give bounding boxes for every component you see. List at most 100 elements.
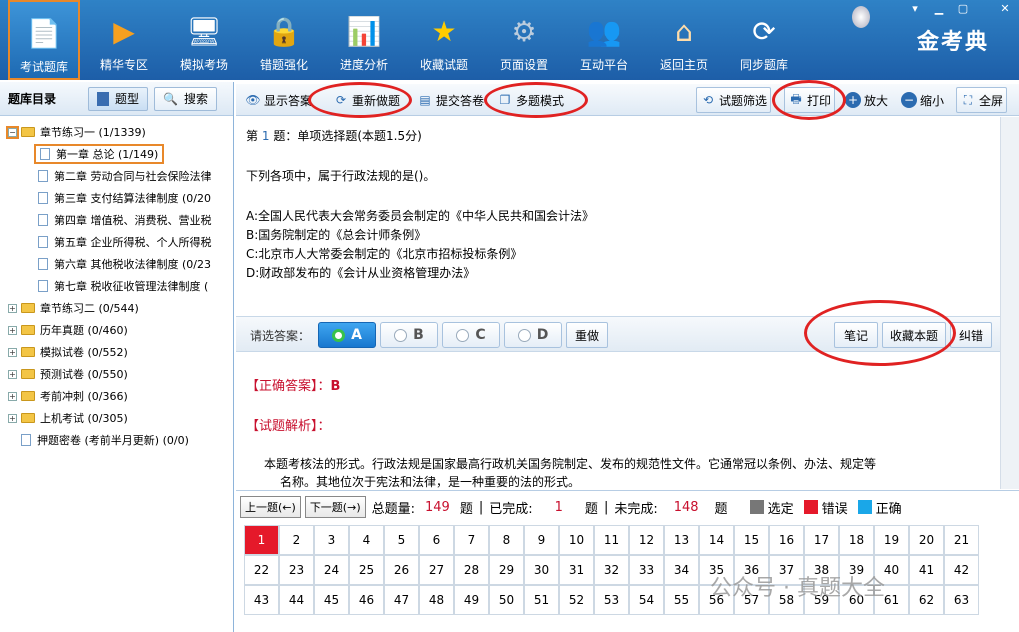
question-cell[interactable]: 31: [559, 555, 594, 585]
tree-chapter[interactable]: 第七章 税收征收管理法律制度 (: [38, 276, 208, 296]
tree-folder[interactable]: + 考前冲刺 (0/366): [8, 386, 128, 406]
question-cell[interactable]: 10: [559, 525, 594, 555]
question-cell[interactable]: 1: [244, 525, 279, 555]
zoom-in-button[interactable]: + 放大: [842, 87, 891, 113]
tree-chapter[interactable]: 第四章 增值税、消费税、营业税: [38, 210, 212, 230]
filter-questions-button[interactable]: ⟲ 试题筛选: [696, 87, 772, 113]
expand-icon[interactable]: +: [8, 347, 17, 357]
nav-essentials[interactable]: ▶ 精华专区: [88, 0, 160, 80]
question-scrollbar[interactable]: [1000, 117, 1019, 489]
question-cell[interactable]: 30: [524, 555, 559, 585]
report-error-button[interactable]: 纠错: [950, 322, 992, 348]
question-cell[interactable]: 54: [629, 585, 664, 615]
question-cell[interactable]: 28: [454, 555, 489, 585]
question-cell[interactable]: 50: [489, 585, 524, 615]
favorite-button[interactable]: 收藏本题: [882, 322, 946, 348]
collapse-icon[interactable]: −: [6, 125, 19, 139]
expand-icon[interactable]: +: [8, 369, 17, 379]
question-cell[interactable]: 41: [909, 555, 944, 585]
tree-chapter[interactable]: 第五章 企业所得税、个人所得税: [38, 232, 212, 252]
fullscreen-button[interactable]: ⛶ 全屏: [956, 87, 1008, 113]
answer-b-button[interactable]: B: [380, 322, 438, 348]
search-button[interactable]: 🔍 搜索: [154, 86, 217, 111]
tree-folder[interactable]: + 章节练习二 (0/544): [8, 298, 139, 318]
question-cell[interactable]: 49: [454, 585, 489, 615]
question-cell[interactable]: 5: [384, 525, 419, 555]
question-cell[interactable]: 45: [314, 585, 349, 615]
question-cell[interactable]: 20: [909, 525, 944, 555]
question-cell[interactable]: 34: [664, 555, 699, 585]
question-cell[interactable]: 7: [454, 525, 489, 555]
nav-page-settings[interactable]: ⚙ 页面设置: [488, 0, 560, 80]
menu-icon[interactable]: ▾: [906, 2, 924, 16]
question-cell[interactable]: 22: [244, 555, 279, 585]
tree-folder[interactable]: − 章节练习一 (1/1339): [6, 122, 146, 142]
expand-icon[interactable]: +: [8, 413, 17, 423]
nav-sync-bank[interactable]: ⟳ 同步题库: [728, 0, 800, 80]
nav-wrong-questions[interactable]: 🔒 错题强化: [248, 0, 320, 80]
question-cell[interactable]: 9: [524, 525, 559, 555]
expand-icon[interactable]: +: [8, 303, 17, 313]
nav-mock-exam[interactable]: 🖥 模拟考场: [168, 0, 240, 80]
question-cell[interactable]: 13: [664, 525, 699, 555]
zoom-out-button[interactable]: − 缩小: [898, 87, 947, 113]
close-icon[interactable]: ✕: [996, 2, 1014, 16]
question-cell[interactable]: 3: [314, 525, 349, 555]
tree-folder[interactable]: + 模拟试卷 (0/552): [8, 342, 128, 362]
question-cell[interactable]: 18: [839, 525, 874, 555]
question-cell[interactable]: 4: [349, 525, 384, 555]
multi-question-mode-button[interactable]: ❐ 多题模式: [494, 87, 567, 113]
tree-folder[interactable]: + 预测试卷 (0/550): [8, 364, 128, 384]
question-cell[interactable]: 55: [664, 585, 699, 615]
nav-favorites[interactable]: ★ 收藏试题: [408, 0, 480, 80]
question-cell[interactable]: 26: [384, 555, 419, 585]
question-cell[interactable]: 33: [629, 555, 664, 585]
tree-chapter[interactable]: 第二章 劳动合同与社会保险法律: [38, 166, 212, 186]
print-button[interactable]: 🖶 打印: [784, 87, 836, 113]
answer-c-button[interactable]: C: [442, 322, 500, 348]
question-cell[interactable]: 14: [699, 525, 734, 555]
expand-icon[interactable]: +: [8, 391, 17, 401]
question-cell[interactable]: 11: [594, 525, 629, 555]
question-cell[interactable]: 6: [419, 525, 454, 555]
submit-paper-button[interactable]: ▤ 提交答卷: [414, 87, 487, 113]
question-cell[interactable]: 43: [244, 585, 279, 615]
nav-exam-bank[interactable]: 📄 考试题库: [8, 0, 80, 80]
question-cell[interactable]: 53: [594, 585, 629, 615]
nav-home[interactable]: ⌂ 返回主页: [648, 0, 720, 80]
question-cell[interactable]: 27: [419, 555, 454, 585]
question-cell[interactable]: 24: [314, 555, 349, 585]
answer-a-button[interactable]: A: [318, 322, 376, 348]
question-cell[interactable]: 63: [944, 585, 979, 615]
prev-question-button[interactable]: 上一题(←): [240, 496, 301, 518]
tree-folder[interactable]: + 上机考试 (0/305): [8, 408, 128, 428]
next-question-button[interactable]: 下一题(→): [304, 496, 366, 518]
question-cell[interactable]: 29: [489, 555, 524, 585]
question-cell[interactable]: 51: [524, 585, 559, 615]
minimize-icon[interactable]: ▁: [930, 2, 948, 16]
answer-d-button[interactable]: D: [504, 322, 562, 348]
question-cell[interactable]: 42: [944, 555, 979, 585]
tree-folder[interactable]: + 历年真题 (0/460): [8, 320, 128, 340]
question-cell[interactable]: 44: [279, 585, 314, 615]
question-cell[interactable]: 19: [874, 525, 909, 555]
question-cell[interactable]: 2: [279, 525, 314, 555]
question-cell[interactable]: 16: [769, 525, 804, 555]
by-type-button[interactable]: 题型: [88, 86, 149, 111]
question-cell[interactable]: 21: [944, 525, 979, 555]
question-cell[interactable]: 23: [279, 555, 314, 585]
question-cell[interactable]: 17: [804, 525, 839, 555]
question-cell[interactable]: 12: [629, 525, 664, 555]
tree-chapter[interactable]: 第六章 其他税收法律制度 (0/23: [38, 254, 211, 274]
maximize-icon[interactable]: ▢: [954, 2, 972, 16]
question-cell[interactable]: 32: [594, 555, 629, 585]
question-cell[interactable]: 8: [489, 525, 524, 555]
nav-community[interactable]: 👥 互动平台: [568, 0, 640, 80]
question-cell[interactable]: 25: [349, 555, 384, 585]
note-button[interactable]: 笔记: [834, 322, 878, 348]
question-cell[interactable]: 48: [419, 585, 454, 615]
show-answer-button[interactable]: 👁 显示答案: [242, 87, 315, 113]
tree-chapter[interactable]: 第一章 总论 (1/149): [34, 144, 165, 164]
question-cell[interactable]: 52: [559, 585, 594, 615]
redo-answer-button[interactable]: 重做: [566, 322, 608, 348]
